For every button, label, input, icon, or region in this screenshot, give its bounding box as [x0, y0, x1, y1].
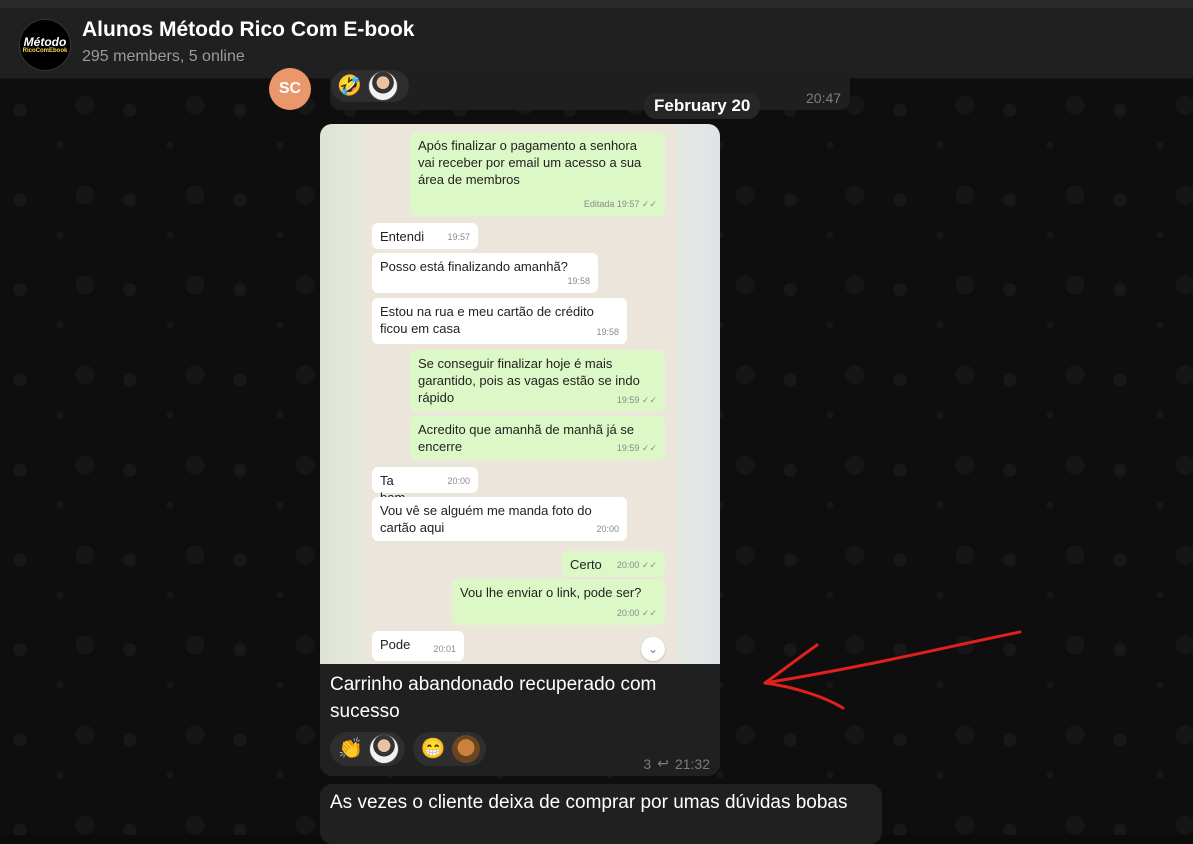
screenshot-chat-bubble: Entendi 19:57	[372, 223, 478, 249]
previous-reaction-chip[interactable]: 🤣	[331, 70, 409, 102]
logo-line2: RicoComEbook	[22, 47, 68, 54]
next-message-text: As vezes o cliente deixa de comprar por …	[330, 792, 848, 813]
screenshot-chat-bubble: Se conseguir finalizar hoje é mais garan…	[410, 350, 665, 412]
message-meta: 3 ↩ 21:32	[643, 755, 710, 772]
screenshot-chat-text: Vou vê se alguém me manda foto do cartão…	[380, 503, 592, 535]
screenshot-chat-bubble: Vou lhe enviar o link, pode ser? 20:00 ✓✓	[452, 579, 665, 625]
screenshot-chat-time: 19:58	[567, 276, 590, 286]
reactor-avatar	[451, 735, 480, 763]
reactor-avatar	[367, 71, 398, 101]
screenshot-chat-time: Editada 19:57 ✓✓	[583, 199, 657, 209]
screenshot-chat-time: 20:01	[433, 644, 456, 654]
group-avatar[interactable]: Método RicoComEbook	[19, 19, 71, 71]
screenshot-chat-bubble: Posso está finalizando amanhã? 19:58	[372, 253, 598, 293]
reply-count[interactable]: 3	[643, 756, 651, 772]
member-count: 295 members, 5 online	[82, 48, 245, 65]
whatsapp-screenshot: Após finalizar o pagamento a senhora vai…	[364, 124, 676, 664]
screenshot-chat-text: Estou na rua e meu cartão de crédito fic…	[380, 304, 594, 336]
reaction-chip-grin[interactable]: 😁	[412, 732, 486, 766]
screenshot-chat-bubble: Após finalizar o pagamento a senhora vai…	[410, 132, 665, 216]
screenshot-chat-time: 19:59 ✓✓	[616, 395, 657, 405]
screenshot-chat-time: 19:57	[447, 232, 470, 242]
date-separator: February 20	[644, 93, 761, 119]
chevron-down-icon: ⌄	[641, 637, 665, 661]
sender-avatar[interactable]: SC	[269, 68, 311, 110]
reaction-emoji: 🤣	[337, 75, 362, 97]
reaction-chip-clap[interactable]: 👏	[330, 732, 405, 766]
screenshot-chat-time: 19:59 ✓✓	[616, 443, 657, 453]
screenshot-chat-time: 20:00	[447, 476, 470, 486]
logo-line1: Método	[23, 34, 67, 49]
chat-screenshot-image[interactable]: Após finalizar o pagamento a senhora vai…	[320, 124, 720, 664]
screenshot-chat-time: 20:00 ✓✓	[616, 608, 657, 618]
annotation-arrow	[763, 630, 1022, 710]
screenshot-chat-text: Vou lhe enviar o link, pode ser?	[460, 585, 642, 600]
screenshot-chat-time: 20:00 ✓✓	[616, 560, 657, 570]
screenshot-chat-bubble: Estou na rua e meu cartão de crédito fic…	[372, 298, 627, 344]
next-message-bubble[interactable]: As vezes o cliente deixa de comprar por …	[320, 784, 882, 844]
screenshot-chat-text: Após finalizar o pagamento a senhora vai…	[418, 138, 642, 187]
window-top-strip	[0, 0, 1193, 8]
screenshot-chat-text: Posso está finalizando amanhã?	[380, 259, 568, 274]
reaction-bar: 👏 😁	[330, 732, 486, 766]
grin-emoji: 😁	[420, 738, 446, 760]
screenshot-chat-time: 20:00	[596, 524, 619, 534]
group-title[interactable]: Alunos Método Rico Com E-book	[82, 18, 414, 42]
reply-icon: ↩	[657, 755, 669, 771]
screenshot-chat-bubble: Acredito que amanhã de manhã já se encer…	[410, 416, 665, 460]
screenshot-chat-time: 19:58	[596, 327, 619, 337]
screenshot-chat-bubble: Pode 20:01	[372, 631, 464, 661]
photo-message-bubble[interactable]: Após finalizar o pagamento a senhora vai…	[320, 124, 720, 776]
previous-message-time: 20:47	[806, 90, 842, 106]
screenshot-chat-bubble: Certo 20:00 ✓✓	[562, 551, 665, 577]
message-caption: Carrinho abandonado recuperado com suces…	[330, 674, 657, 722]
clap-emoji: 👏	[338, 738, 363, 760]
screenshot-chat-bubble: Vou vê se alguém me manda foto do cartão…	[372, 497, 627, 541]
message-time: 21:32	[674, 755, 710, 772]
reactor-avatar	[368, 734, 399, 764]
screenshot-chat-bubble: Ta bom20:00	[372, 467, 478, 505]
